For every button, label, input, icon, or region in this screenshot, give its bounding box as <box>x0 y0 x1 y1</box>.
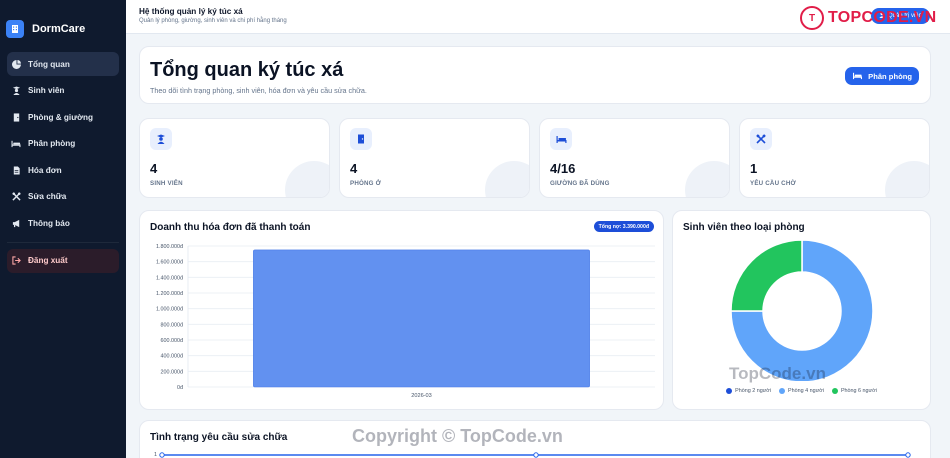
user-graduate-icon <box>150 128 172 150</box>
legend-swatch <box>726 388 733 394</box>
sidebar-nav: Tổng quan Sinh viên Phòng & giường Phân … <box>0 52 126 273</box>
watermark-text: TopCode.vn <box>729 364 826 383</box>
sidebar-item-label: Phòng & giường <box>28 112 93 122</box>
sidebar-item-label: Phân phòng <box>28 139 76 149</box>
x-tick-label: 2026-03 <box>411 393 432 399</box>
legend-label: Phòng 4 người <box>788 388 824 394</box>
invoice-icon <box>11 165 21 175</box>
allocate-room-label: Phân phòng <box>868 71 912 81</box>
system-title: Hệ thống quản lý ký túc xá <box>139 7 243 16</box>
page-title: Tổng quan ký túc xá <box>150 59 344 81</box>
decorative-blob <box>285 161 329 197</box>
sidebar-item-label: Hóa đơn <box>28 165 62 175</box>
page-subtitle: Theo dõi tình trạng phòng, sinh viên, hó… <box>150 86 367 95</box>
sidebar-item-label: Sửa chữa <box>28 192 67 202</box>
megaphone-icon <box>11 219 21 229</box>
data-point <box>159 452 165 458</box>
y-tick-label: 1.400.000đ <box>156 275 183 281</box>
legend-item[interactable]: Phòng 6 người <box>831 388 877 394</box>
tools-icon <box>750 128 772 150</box>
decorative-blob <box>885 161 929 197</box>
pie-chart-icon <box>11 59 21 69</box>
sidebar-item-overview[interactable]: Tổng quan <box>7 52 119 76</box>
y-tick-label: 0đ <box>177 385 183 391</box>
sidebar-item-repairs[interactable]: Sửa chữa <box>7 185 119 209</box>
sidebar-item-label: Sinh viên <box>28 86 65 96</box>
stat-card-beds: 4/16 GIƯỜNG ĐÃ DÙNG <box>539 118 730 198</box>
y-tick-label: 400.000đ <box>161 354 183 360</box>
donut-slice <box>730 239 803 312</box>
sidebar-item-notifications[interactable]: Thông báo <box>7 212 119 236</box>
stat-value: 4/16 <box>550 161 576 176</box>
user-graduate-icon <box>11 86 21 96</box>
y-tick-label: 1.600.000đ <box>156 260 183 266</box>
topcode-logo-text: TOPCODE.VN <box>828 9 937 26</box>
stat-label: PHÒNG Ở <box>350 180 382 187</box>
stat-card-rooms: 4 PHÒNG Ở <box>339 118 530 198</box>
topcode-logo: T TOPCODE.VN <box>800 6 937 30</box>
sidebar-divider <box>7 241 119 243</box>
revenue-chart-card: Doanh thu hóa đơn đã thanh toán Tổng nợ:… <box>139 210 664 410</box>
stat-value: 4 <box>350 161 358 176</box>
sidebar-item-students[interactable]: Sinh viên <box>7 79 119 103</box>
legend-swatch <box>779 388 786 394</box>
logout-button[interactable]: Đăng xuất <box>7 248 119 273</box>
legend-label: Phòng 2 người <box>735 388 772 394</box>
y-tick-label: 800.000đ <box>161 322 183 328</box>
door-icon <box>11 112 21 122</box>
stat-value: 1 <box>750 161 758 176</box>
y-tick-label: 200.000đ <box>161 369 183 375</box>
bed-icon <box>11 139 21 149</box>
decorative-blob <box>685 161 729 197</box>
room-type-donut-chart <box>730 239 874 381</box>
sidebar: DormCare Tổng quan Sinh viên Phòng & giư… <box>0 0 126 458</box>
decorative-blob <box>485 161 529 197</box>
data-point <box>905 452 911 458</box>
brand-name: DormCare <box>32 23 86 35</box>
y-tick-label: 1.200.000đ <box>156 291 183 297</box>
stat-value: 4 <box>150 161 158 176</box>
sidebar-item-invoices[interactable]: Hóa đơn <box>7 158 119 182</box>
topcode-logo-mark: T <box>800 6 824 30</box>
hero-card: Tổng quan ký túc xá Theo dõi tình trạng … <box>139 46 931 104</box>
sidebar-item-rooms[interactable]: Phòng & giường <box>7 105 119 129</box>
y-tick-label: 1.000.000đ <box>156 307 183 313</box>
legend-item[interactable]: Phòng 2 người <box>726 388 771 394</box>
y-tick-label: 600.000đ <box>161 338 183 344</box>
door-icon <box>350 128 372 150</box>
system-subtitle: Quản lý phòng, giường, sinh viên và chi … <box>139 18 287 24</box>
sidebar-item-allocation[interactable]: Phân phòng <box>7 132 119 156</box>
stat-label: SINH VIÊN <box>150 180 183 187</box>
legend-swatch <box>831 388 838 394</box>
brand[interactable]: DormCare <box>0 0 126 44</box>
stat-label: GIƯỜNG ĐÃ DÙNG <box>550 180 610 187</box>
legend-label: Phòng 6 người <box>840 388 877 394</box>
revenue-bar-chart: 1.800.000đ 1.600.000đ 1.400.000đ 1.200.000đ… <box>156 244 655 399</box>
bed-icon <box>852 71 863 82</box>
stat-card-pending-repairs: 1 YÊU CẦU CHỜ <box>739 118 930 198</box>
bed-icon <box>550 128 572 150</box>
logout-icon <box>11 256 21 266</box>
allocate-room-button[interactable]: Phân phòng <box>845 67 919 85</box>
building-icon <box>6 20 24 38</box>
data-point <box>533 452 539 458</box>
stat-card-students: 4 SINH VIÊN <box>139 118 330 198</box>
bar <box>253 249 590 388</box>
y-tick-label: 1.800.000đ <box>156 244 183 250</box>
stat-label: YÊU CẦU CHỜ <box>750 180 796 187</box>
chart-legend: Phòng 2 người Phòng 4 người Phòng 6 ngườ… <box>673 388 930 394</box>
sidebar-item-label: Tổng quan <box>28 59 70 69</box>
tools-icon <box>11 192 21 202</box>
sidebar-item-label: Thông báo <box>28 219 70 229</box>
copyright-watermark: Copyright © TopCode.vn <box>352 426 563 446</box>
logout-label: Đăng xuất <box>28 256 68 266</box>
legend-item[interactable]: Phòng 4 người <box>779 388 824 394</box>
